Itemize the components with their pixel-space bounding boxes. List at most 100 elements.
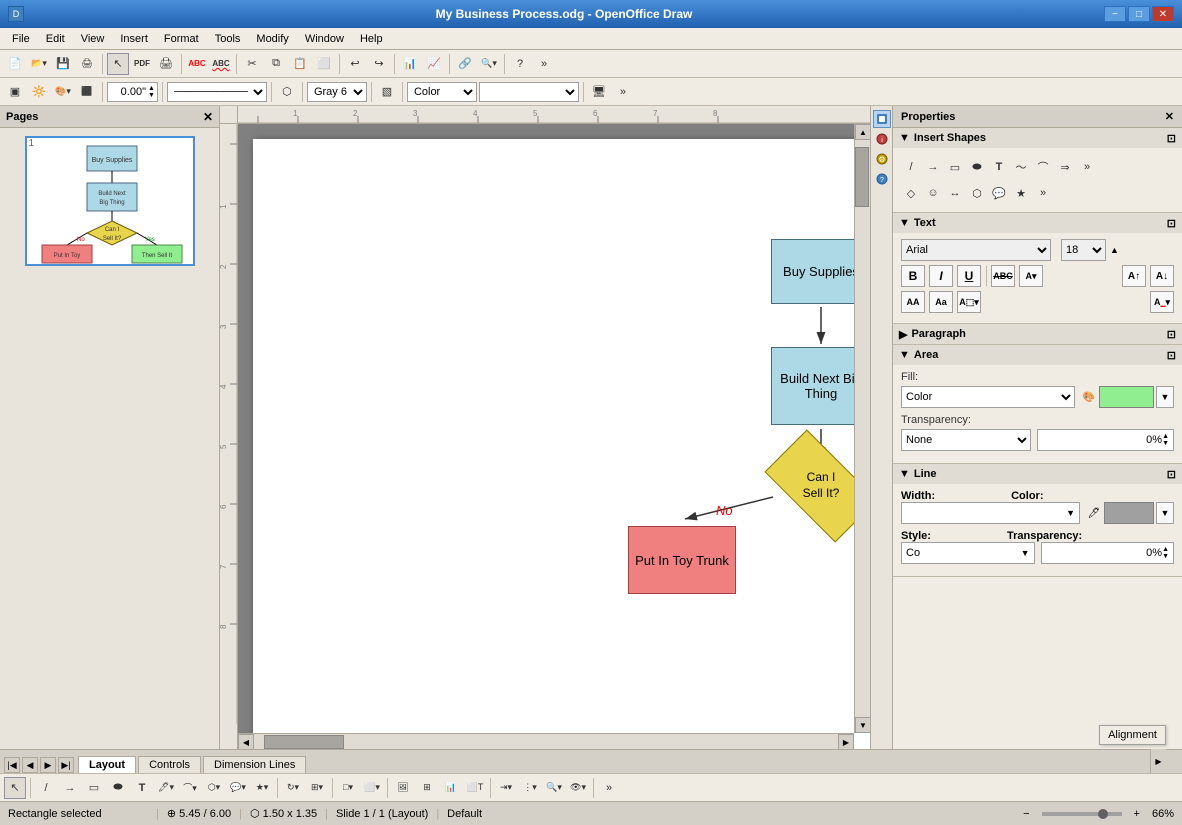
menu-format[interactable]: Format — [156, 31, 207, 47]
lowercase-btn[interactable]: Aa — [929, 291, 953, 313]
draw-connect-btn[interactable]: ⌒▾ — [179, 777, 201, 799]
text-section-header[interactable]: ▼ Text ⊡ — [893, 213, 1182, 233]
font-color-btn[interactable]: A_▾ — [1150, 291, 1174, 313]
shadow-btn[interactable]: 🔆 — [28, 81, 50, 103]
color-name-select[interactable] — [479, 82, 579, 102]
tab-nav-prev[interactable]: ◀ — [22, 757, 38, 773]
arrows-shape-btn[interactable]: ↔ — [945, 183, 965, 203]
line-shape-btn[interactable]: / — [901, 157, 921, 177]
callout-shape-btn[interactable]: 💬 — [989, 183, 1009, 203]
line-width-dropdown[interactable]: ▼ — [1066, 508, 1075, 518]
select-tool-btn[interactable]: ↖ — [4, 777, 26, 799]
area-expand-btn[interactable]: ⊡ — [1167, 349, 1176, 362]
tab-nav-first[interactable]: |◀ — [4, 757, 20, 773]
properties-close-button[interactable]: ✕ — [1165, 110, 1174, 123]
pdf-button[interactable]: PDF — [131, 53, 153, 75]
spacing-btn[interactable]: A⬚▾ — [957, 291, 981, 313]
snap-btn[interactable]: ⋮▾ — [519, 777, 541, 799]
strikethrough-button[interactable]: ABC — [991, 265, 1015, 287]
insert-img-btn[interactable]: 🖼 — [392, 777, 414, 799]
zoom-btn[interactable]: 🔍▾ — [478, 53, 500, 75]
text-shape-btn[interactable]: T — [989, 157, 1009, 177]
close-button[interactable]: ✕ — [1152, 6, 1174, 22]
help-button[interactable]: ? — [509, 53, 531, 75]
new-button[interactable]: 📄 — [4, 53, 26, 75]
draw-arrow-btn[interactable]: → — [59, 777, 81, 799]
star-shape-btn[interactable]: ★ — [1011, 183, 1031, 203]
transparency-stepper[interactable]: ▲ ▼ — [1162, 433, 1169, 447]
spell-button[interactable]: ABC — [186, 53, 208, 75]
shadow-text-button[interactable]: A▾ — [1019, 265, 1043, 287]
line-color-dropdown[interactable]: ▼ — [1156, 502, 1174, 524]
text-expand-btn[interactable]: ⊡ — [1167, 217, 1176, 230]
uppercase-btn[interactable]: AA — [901, 291, 925, 313]
line-end-btn[interactable]: ⬡ — [276, 81, 298, 103]
zoom-in-btn[interactable]: + — [1134, 808, 1140, 820]
menu-modify[interactable]: Modify — [248, 31, 296, 47]
draw-line-btn[interactable]: / — [35, 777, 57, 799]
line-style-select[interactable]: ──────────── — [167, 82, 267, 102]
zoom-out-btn[interactable]: − — [1023, 808, 1029, 820]
strip-icon-4[interactable]: ? — [873, 170, 891, 188]
redo-button[interactable]: ↪ — [368, 53, 390, 75]
trans-up[interactable]: ▲ — [1162, 433, 1169, 440]
line-style-btn[interactable]: ⬛ — [76, 81, 98, 103]
tab-nav-last[interactable]: ▶| — [58, 757, 74, 773]
menu-view[interactable]: View — [73, 31, 113, 47]
arrow-shape-btn[interactable]: → — [923, 157, 943, 177]
color-mode-select[interactable]: Color — [407, 82, 477, 102]
smile-shape-btn[interactable]: ☺ — [923, 183, 943, 203]
tab-nav-next[interactable]: ▶ — [40, 757, 56, 773]
increase-font-btn[interactable]: A↑ — [1122, 265, 1146, 287]
rect-shape-btn[interactable]: ▭ — [945, 157, 965, 177]
paste-button[interactable]: 📋 — [289, 53, 311, 75]
print2-button[interactable]: 🖨 — [155, 53, 177, 75]
chart-button[interactable]: 📊 — [399, 53, 421, 75]
hscroll-right[interactable]: ▶ — [838, 734, 854, 749]
draw-ellipse-btn[interactable]: ⬬ — [107, 777, 129, 799]
connector-shape-btn[interactable]: ⌒ — [1033, 157, 1053, 177]
insert-shapes-header[interactable]: ▼ Insert Shapes ⊡ — [893, 128, 1182, 148]
draw-rect-btn[interactable]: ▭ — [83, 777, 105, 799]
maximize-button[interactable]: □ — [1128, 6, 1150, 22]
zoom-slider[interactable] — [1042, 812, 1122, 816]
page-thumbnail-container[interactable]: 1 Buy Supplies Build Next Big Thing — [25, 136, 195, 266]
pos-down[interactable]: ▼ — [148, 92, 155, 99]
canvas-hscroll[interactable]: ◀ ▶ — [238, 733, 854, 749]
insert-textbox-btn[interactable]: ⬜T — [464, 777, 486, 799]
strip-icon-3[interactable]: ⚙ — [873, 150, 891, 168]
copy-button[interactable]: ⧉ — [265, 53, 287, 75]
toy-trunk-box[interactable]: Put In Toy Trunk — [628, 526, 736, 594]
area-header[interactable]: ▼ Area ⊡ — [893, 345, 1182, 365]
tab-stop-btn[interactable]: ⇥▾ — [495, 777, 517, 799]
spell2-button[interactable]: ABC — [210, 53, 232, 75]
cut-button[interactable]: ✂ — [241, 53, 263, 75]
color-btn[interactable]: 🎨▾ — [52, 81, 74, 103]
line-color-swatch[interactable] — [1104, 502, 1154, 524]
shadow-btn2[interactable]: □▾ — [337, 777, 359, 799]
line-header[interactable]: ▼ Line ⊡ — [893, 464, 1182, 484]
clone-button[interactable]: ⬜ — [313, 53, 335, 75]
font-size-up-btn[interactable]: ▲ — [1110, 245, 1119, 255]
fill-type-select[interactable]: Color — [901, 386, 1075, 408]
tab-scroll-right[interactable]: ▶ — [1150, 749, 1166, 773]
arrow2-shape-btn[interactable]: ⇒ — [1055, 157, 1075, 177]
diamond-shape-btn[interactable]: ◇ — [901, 183, 921, 203]
draw-star-btn[interactable]: ★▾ — [251, 777, 273, 799]
line-trans-up[interactable]: ▲ — [1162, 546, 1169, 553]
paragraph-header[interactable]: ▶ Paragraph ⊡ — [893, 324, 1182, 344]
save-button[interactable]: 💾 — [52, 53, 74, 75]
italic-button[interactable]: I — [929, 265, 953, 287]
fill-color-dropdown[interactable]: ▼ — [1156, 386, 1174, 408]
underline-button[interactable]: U — [957, 265, 981, 287]
menu-insert[interactable]: Insert — [112, 31, 156, 47]
font-size-select[interactable]: 18 — [1061, 239, 1106, 261]
more2-btn[interactable]: » — [612, 81, 634, 103]
tb-more-btn[interactable]: » — [598, 777, 620, 799]
strip-icon-1[interactable] — [873, 110, 891, 128]
zoom-thumb[interactable] — [1098, 809, 1108, 819]
insert-table-btn[interactable]: ⊞ — [416, 777, 438, 799]
minimize-button[interactable]: − — [1104, 6, 1126, 22]
paragraph-expand-btn[interactable]: ⊡ — [1167, 328, 1176, 341]
rotate-btn[interactable]: ↻▾ — [282, 777, 304, 799]
